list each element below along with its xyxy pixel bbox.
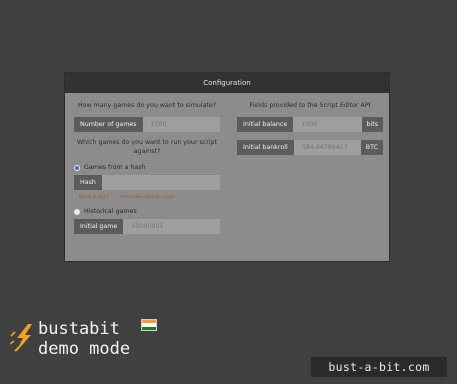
fields-title: Fields provided to the Script Editor API [249,102,371,109]
india-flag-icon [141,319,157,331]
option-historical[interactable]: Historical games [74,208,220,215]
simulation-settings: How many games do you want to simulate? … [74,101,220,234]
question-run: Which games do you want to run your scri… [76,139,218,155]
hash-row: Hash [74,175,220,190]
bankroll-unit: BTC [360,140,383,155]
question-simulate: How many games do you want to simulate? [77,102,217,109]
historical-radio[interactable] [74,208,80,215]
initial-game-input[interactable] [123,219,220,234]
bankroll-row: Initial bankroll BTC [237,140,383,155]
balance-label: Initial balance [237,117,294,132]
balance-row: Initial balance bits [237,117,383,132]
hash-label: Hash [74,175,102,190]
initial-game-label: Initial game [74,219,124,234]
hash-links: What is this? Generate modulus hash [74,195,220,200]
option-historical-label: Historical games [84,208,137,215]
games-row: Number of games [74,117,220,132]
lightning-bolt-icon [9,323,36,353]
games-label: Number of games [74,117,143,132]
option-hash-label: Games from a hash [84,164,146,171]
generate-hash-link[interactable]: Generate modulus hash [120,195,175,200]
initial-game-row: Initial game [74,219,220,234]
configuration-dialog: Configuration How many games do you want… [64,72,390,262]
dialog-title: Configuration [65,73,389,93]
site-url-badge: bust-a-bit.com [311,357,447,377]
balance-input[interactable] [293,117,362,132]
hash-radio[interactable] [74,164,80,171]
option-hash[interactable]: Games from a hash [74,164,220,171]
bankroll-label: Initial bankroll [237,140,294,155]
brand-name: bustabit [38,319,120,339]
brand-logo: bustabit demo mode [9,319,131,359]
hash-input[interactable] [101,175,220,190]
games-input[interactable] [142,117,220,132]
balance-unit: bits [361,117,383,132]
bankroll-input[interactable] [293,140,361,155]
brand-mode: demo mode [38,339,131,359]
what-is-this-link[interactable]: What is this? [79,195,108,200]
script-api-fields: Fields provided to the Script Editor API… [237,101,383,155]
